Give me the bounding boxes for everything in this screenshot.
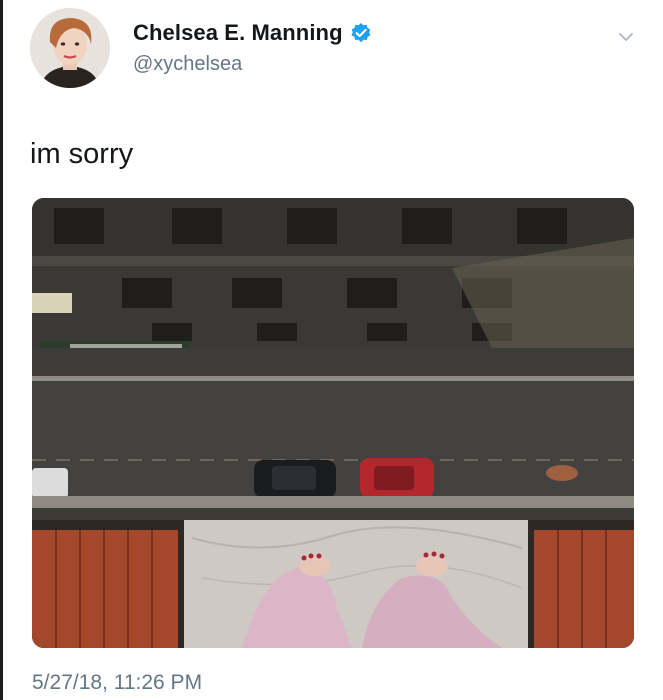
tweet-photo[interactable] xyxy=(32,198,634,648)
chevron-down-icon[interactable] xyxy=(618,30,634,42)
tweet-timestamp[interactable]: 5/27/18, 11:26 PM xyxy=(32,671,202,695)
display-name[interactable]: Chelsea E. Manning xyxy=(133,20,343,46)
author-name-row[interactable]: Chelsea E. Manning xyxy=(133,20,372,46)
tweet-text: im sorry xyxy=(30,138,134,170)
avatar[interactable] xyxy=(30,8,110,88)
user-handle[interactable]: @xychelsea xyxy=(133,53,242,76)
left-edge-rule xyxy=(0,0,3,700)
verified-badge-icon xyxy=(350,22,372,44)
